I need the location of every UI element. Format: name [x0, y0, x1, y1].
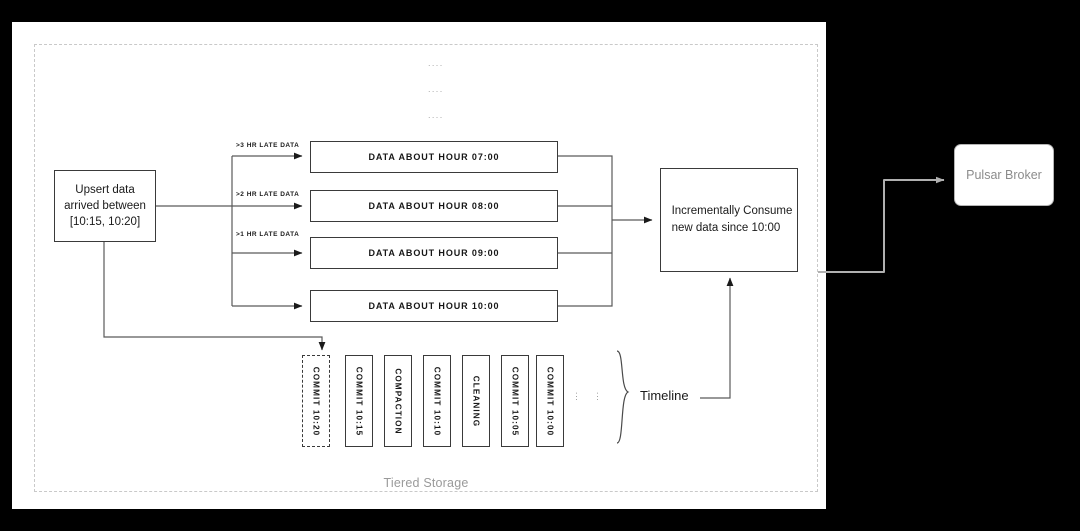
top-dots-3: .... — [428, 110, 444, 120]
commit-box-1020[interactable]: COMMIT 10:20 — [302, 355, 330, 447]
commit-box-compaction[interactable]: COMPACTION — [384, 355, 412, 447]
data-box-hour-09-label: DATA ABOUT HOUR 09:00 — [368, 248, 500, 258]
upsert-source-label: Upsert data arrived between [10:15, 10:2… — [64, 184, 146, 228]
pulsar-broker-box[interactable]: Pulsar Broker — [954, 144, 1054, 206]
late-label-3hr: >3 HR LATE DATA — [236, 142, 300, 149]
commit-box-1020-label: COMMIT 10:20 — [311, 366, 321, 436]
commit-box-cleaning[interactable]: CLEANING — [462, 355, 490, 447]
data-box-hour-07-label: DATA ABOUT HOUR 07:00 — [368, 152, 500, 162]
incremental-consume-label: Incrementally Consume new data since 10:… — [671, 205, 793, 234]
upsert-source-box[interactable]: Upsert data arrived between [10:15, 10:2… — [54, 170, 156, 242]
diagram-stage: Tiered Storage .... .... .... Upsert dat… — [0, 0, 1080, 531]
pulsar-broker-label: Pulsar Broker — [966, 168, 1042, 182]
commit-box-1000-label: COMMIT 10:00 — [545, 366, 555, 436]
data-box-hour-10[interactable]: DATA ABOUT HOUR 10:00 — [310, 290, 558, 322]
incremental-consume-box[interactable]: Incrementally Consume new data since 10:… — [660, 168, 798, 272]
commit-box-1010-label: COMMIT 10:10 — [432, 366, 442, 436]
data-box-hour-08[interactable]: DATA ABOUT HOUR 08:00 — [310, 190, 558, 222]
commit-ellipsis-2: ... — [595, 392, 604, 402]
commit-box-1005-label: COMMIT 10:05 — [510, 366, 520, 436]
top-dots-1: .... — [428, 58, 444, 68]
top-dots-2: .... — [428, 84, 444, 94]
data-box-hour-08-label: DATA ABOUT HOUR 08:00 — [368, 201, 500, 211]
late-label-2hr: >2 HR LATE DATA — [236, 191, 300, 198]
tiered-storage-label: Tiered Storage — [383, 476, 469, 490]
commit-box-1010[interactable]: COMMIT 10:10 — [423, 355, 451, 447]
commit-box-1005[interactable]: COMMIT 10:05 — [501, 355, 529, 447]
commit-box-1000[interactable]: COMMIT 10:00 — [536, 355, 564, 447]
commit-box-1015[interactable]: COMMIT 10:15 — [345, 355, 373, 447]
late-label-1hr: >1 HR LATE DATA — [236, 231, 300, 238]
commit-box-compaction-label: COMPACTION — [393, 367, 403, 435]
broker-connector — [818, 176, 945, 273]
commit-box-1015-label: COMMIT 10:15 — [354, 366, 364, 436]
data-box-hour-07[interactable]: DATA ABOUT HOUR 07:00 — [310, 141, 558, 173]
data-box-hour-10-label: DATA ABOUT HOUR 10:00 — [368, 301, 500, 311]
timeline-label: Timeline — [640, 388, 689, 403]
data-box-hour-09[interactable]: DATA ABOUT HOUR 09:00 — [310, 237, 558, 269]
commit-ellipsis-1: ... — [574, 392, 583, 402]
commit-box-cleaning-label: CLEANING — [471, 375, 481, 427]
